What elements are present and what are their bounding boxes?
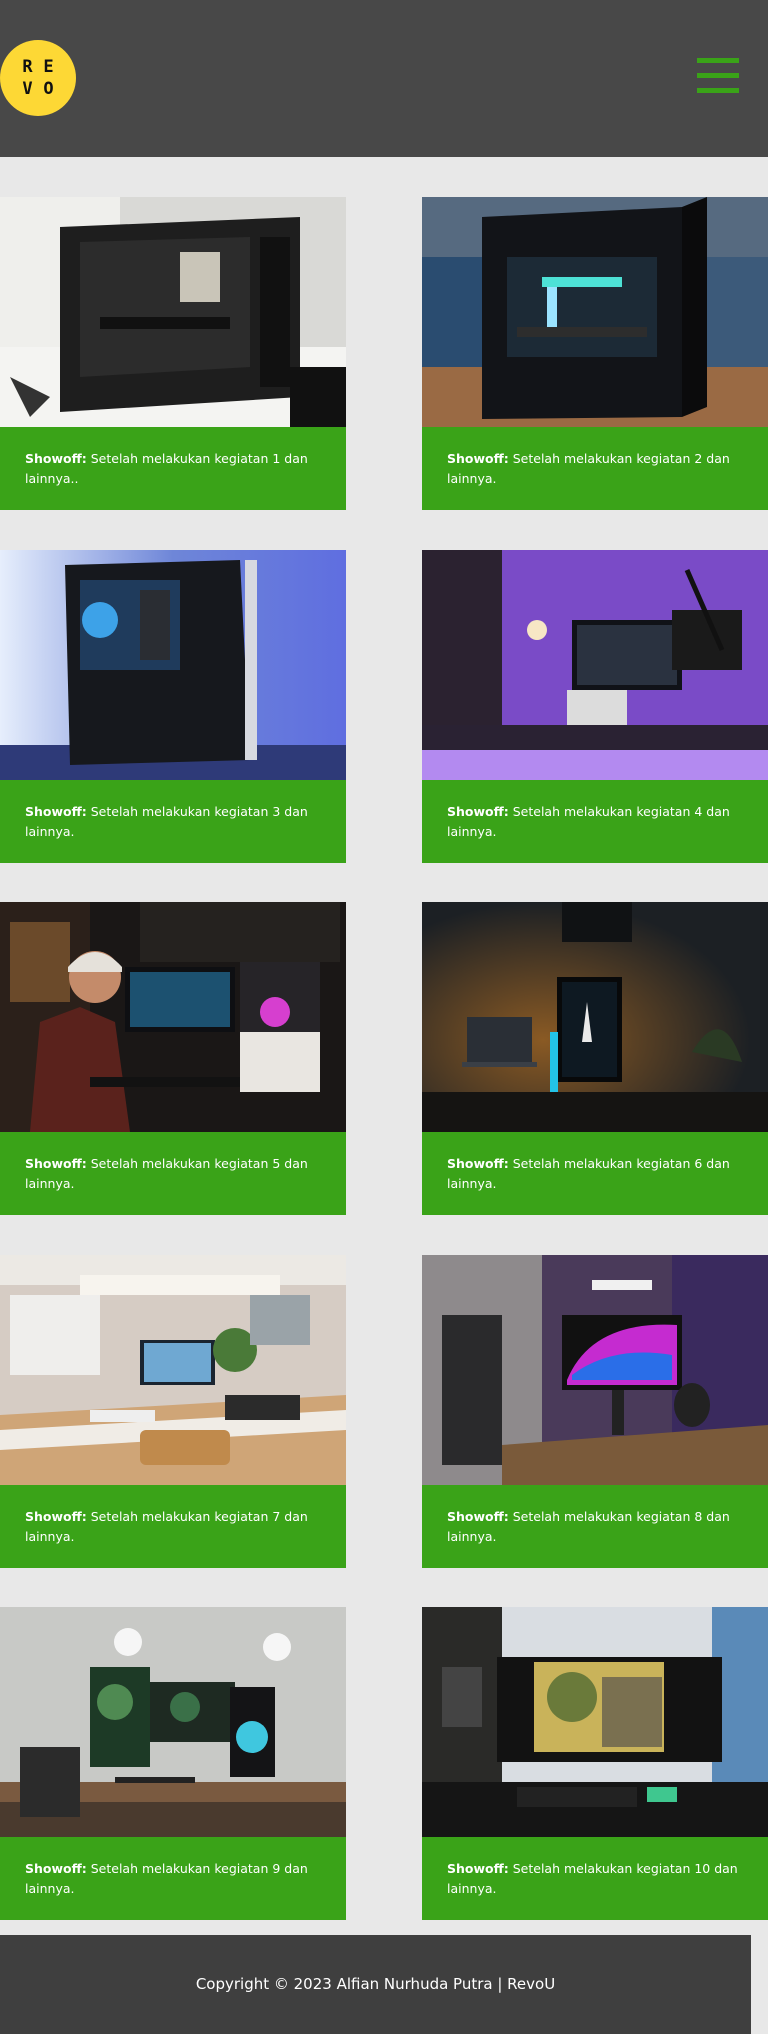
pc-case-interior-photo: [0, 197, 346, 427]
gallery-card[interactable]: Showoff: Setelah melakukan kegiatan 8 da…: [422, 1255, 768, 1568]
man-at-desk-photo: [0, 902, 346, 1132]
card-title: Showoff:: [447, 1509, 509, 1524]
gallery-card[interactable]: Showoff: Setelah melakukan kegiatan 3 da…: [0, 550, 346, 863]
site-footer: Copyright © 2023 Alfian Nurhuda Putra | …: [0, 1935, 751, 2034]
gallery-card[interactable]: Showoff: Setelah melakukan kegiatan 6 da…: [422, 902, 768, 1215]
card-caption: Showoff: Setelah melakukan kegiatan 3 da…: [0, 780, 346, 863]
card-title: Showoff:: [25, 1509, 87, 1524]
logo-letter-e: E: [43, 57, 54, 77]
menu-bar-middle: [697, 73, 739, 78]
card-caption: Showoff: Setelah melakukan kegiatan 8 da…: [422, 1485, 768, 1568]
plant-wallpaper-setup-photo: [0, 1607, 346, 1837]
gaming-pc-rgb-photo: [422, 197, 768, 427]
purple-desk-setup-photo: [422, 550, 768, 780]
card-caption: Showoff: Setelah melakukan kegiatan 7 da…: [0, 1485, 346, 1568]
bright-desk-setup-photo: [0, 1255, 346, 1485]
copyright-text: Copyright © 2023 Alfian Nurhuda Putra | …: [195, 1975, 556, 1993]
card-title: Showoff:: [447, 804, 509, 819]
card-title: Showoff:: [25, 451, 87, 466]
card-caption: Showoff: Setelah melakukan kegiatan 4 da…: [422, 780, 768, 863]
card-caption: Showoff: Setelah melakukan kegiatan 5 da…: [0, 1132, 346, 1215]
card-caption: Showoff: Setelah melakukan kegiatan 10 d…: [422, 1837, 768, 1920]
purple-monitor-setup-photo: [422, 1255, 768, 1485]
gallery-card[interactable]: Showoff: Setelah melakukan kegiatan 9 da…: [0, 1607, 346, 1920]
logo-letter-v: V: [22, 79, 33, 99]
site-header: R E V O: [0, 0, 768, 157]
card-caption: Showoff: Setelah melakukan kegiatan 1 da…: [0, 427, 346, 510]
gallery-card[interactable]: Showoff: Setelah melakukan kegiatan 2 da…: [422, 197, 768, 510]
gallery-card[interactable]: Showoff: Setelah melakukan kegiatan 4 da…: [422, 550, 768, 863]
window-desk-setup-photo: [422, 1607, 768, 1837]
card-caption: Showoff: Setelah melakukan kegiatan 6 da…: [422, 1132, 768, 1215]
gallery-card[interactable]: Showoff: Setelah melakukan kegiatan 7 da…: [0, 1255, 346, 1568]
card-caption: Showoff: Setelah melakukan kegiatan 9 da…: [0, 1837, 346, 1920]
menu-bar-top: [697, 58, 739, 63]
dark-desk-monitor-photo: [422, 902, 768, 1132]
card-title: Showoff:: [447, 1156, 509, 1171]
logo-letter-o: O: [43, 79, 54, 99]
menu-bar-bottom: [697, 88, 739, 93]
logo-letter-r: R: [22, 57, 33, 77]
hamburger-menu-icon[interactable]: [697, 58, 739, 96]
gallery-card[interactable]: Showoff: Setelah melakukan kegiatan 10 d…: [422, 1607, 768, 1920]
card-title: Showoff:: [25, 804, 87, 819]
card-title: Showoff:: [25, 1156, 87, 1171]
card-caption: Showoff: Setelah melakukan kegiatan 2 da…: [422, 427, 768, 510]
revo-logo[interactable]: R E V O: [0, 40, 76, 116]
card-title: Showoff:: [25, 1861, 87, 1876]
gallery-card[interactable]: Showoff: Setelah melakukan kegiatan 5 da…: [0, 902, 346, 1215]
card-title: Showoff:: [447, 451, 509, 466]
gallery-card[interactable]: Showoff: Setelah melakukan kegiatan 1 da…: [0, 197, 346, 510]
pc-case-blue-light-photo: [0, 550, 346, 780]
card-title: Showoff:: [447, 1861, 509, 1876]
